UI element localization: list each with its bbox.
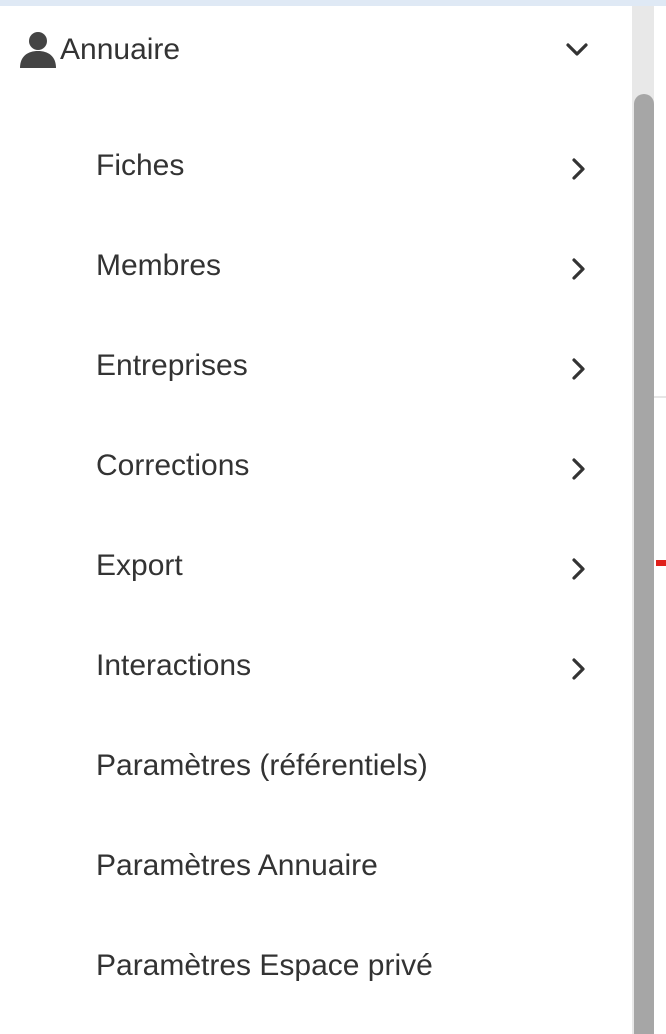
menu-item-fiches[interactable]: Fiches [0, 116, 632, 216]
menu-item-parametres-annuaire[interactable]: Paramètres Annuaire [0, 816, 632, 916]
menu-item-label: Membres [96, 249, 222, 282]
chevron-right-icon [572, 258, 585, 280]
menu-item-corrections[interactable]: Corrections [0, 416, 632, 516]
menu-item-parametres-espace-prive[interactable]: Paramètres Espace privé [0, 916, 632, 1016]
menu-group-annuaire[interactable]: Annuaire [0, 6, 632, 94]
red-marker [656, 560, 666, 566]
menu-item-parametres-referentiels[interactable]: Paramètres (référentiels) [0, 716, 632, 816]
menu-item-label: Interactions [96, 649, 252, 682]
menu-item-entreprises[interactable]: Entreprises [0, 316, 632, 416]
menu-item-interactions[interactable]: Interactions [0, 616, 632, 716]
sidebar-menu: Annuaire Fiches Membres Entreprises Corr… [0, 6, 632, 1034]
chevron-down-icon[interactable] [564, 40, 590, 60]
menu-item-label: Paramètres Espace privé [96, 949, 433, 982]
menu-item-label: Export [96, 549, 183, 582]
chevron-right-icon [572, 358, 585, 380]
chevron-right-icon [572, 158, 585, 180]
menu-item-label: Paramètres Annuaire [96, 849, 378, 882]
menu-item-label: Paramètres (référentiels) [96, 749, 428, 782]
user-icon [20, 32, 56, 68]
main-content-edge [654, 6, 666, 1034]
menu-item-export[interactable]: Export [0, 516, 632, 616]
chevron-right-icon [572, 658, 585, 680]
chevron-right-icon [572, 458, 585, 480]
menu-item-label: Entreprises [96, 349, 248, 382]
content-divider [654, 396, 666, 398]
menu-group-label: Annuaire [60, 33, 181, 66]
chevron-right-icon [572, 558, 585, 580]
menu-item-membres[interactable]: Membres [0, 216, 632, 316]
scrollbar-thumb[interactable] [634, 94, 654, 1034]
menu-item-label: Fiches [96, 149, 185, 182]
menu-item-label: Corrections [96, 449, 250, 482]
